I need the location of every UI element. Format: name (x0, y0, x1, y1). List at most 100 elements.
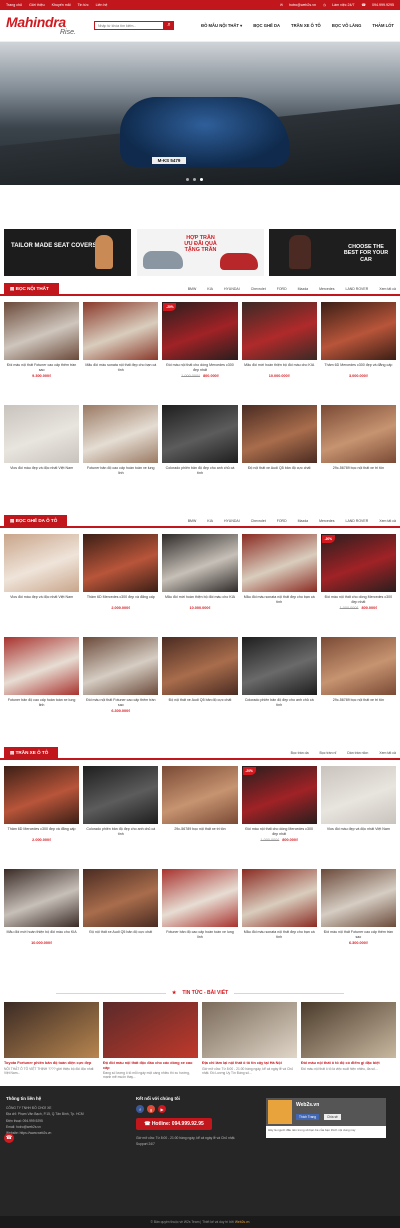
hotline-button[interactable]: ☎ Hotline: 094.999.92.95 (136, 1118, 212, 1130)
product-name[interactable]: 29c-56789 bọc nội thất xe tri tôn (162, 827, 237, 837)
top-email[interactable]: hotro@web2s.vn (289, 3, 316, 7)
section-tab[interactable]: Dán trần nỉon (347, 751, 368, 755)
product-card[interactable]: Thảm 6D Mercedes c300 đẹp và đẳng cấp 2.0… (4, 766, 80, 869)
product-card[interactable]: Mẫu đồi mới hoàn thiện bộ đồi màu cho KI… (241, 302, 317, 405)
product-image[interactable] (320, 766, 396, 824)
top-link-news[interactable]: Tin tức (78, 3, 89, 7)
section-tab[interactable]: Xem tất cả (379, 287, 396, 291)
section-tab[interactable]: BMW (188, 519, 197, 523)
product-name[interactable]: Fotuner bản độ cao cấp hoàn toàn xe lung… (162, 930, 237, 940)
section-tab[interactable]: HYUNDAI (224, 519, 240, 523)
product-card[interactable]: -20% Đồi màu nội thất cho dòng Mercedes c… (162, 302, 238, 405)
product-name[interactable]: Colorado phiên bản độ đẹp cho anh chủ cá… (83, 827, 158, 837)
product-name[interactable]: Đồi màu nội thất cho dòng Mercedes c300 … (242, 827, 317, 837)
copyright-brand[interactable]: Web2s.vn (235, 1220, 250, 1224)
product-name[interactable]: Vios đồi màu đẹp và độc nhất Việt Nam (4, 595, 79, 605)
product-card[interactable]: Độ nội thất xe Audi Q5 bản độ cực chất (83, 869, 159, 972)
section-tab[interactable]: Mazda (298, 519, 309, 523)
footer-website[interactable]: Website: https://www.web2s.vn (6, 1130, 136, 1136)
product-name[interactable]: Thảm 6D Mercedes c300 đẹp và đẳng cấp (321, 363, 396, 373)
product-image[interactable] (162, 534, 238, 592)
section-tab[interactable]: Bọc trần da (291, 751, 309, 755)
nav-item-steering[interactable]: BỌC VÔ LĂNG (332, 23, 362, 28)
product-name[interactable]: Mẫu đồi màu sonata nội thất đẹp cho bạn … (242, 595, 317, 605)
product-image[interactable] (320, 405, 396, 463)
product-image[interactable] (83, 302, 159, 360)
product-name[interactable]: Đồi màu nội thất Fotuner cao cấp thêm tr… (83, 698, 158, 708)
news-item[interactable]: Toyota Fortuner phiên bản độ toàn diện c… (4, 1002, 99, 1080)
product-card[interactable]: Độ nội thất xe Audi Q5 bản độ cực chất (241, 405, 317, 508)
news-image[interactable] (301, 1002, 396, 1058)
section-tab[interactable]: KIA (207, 287, 213, 291)
product-image[interactable] (4, 534, 80, 592)
product-card[interactable]: Mẫu đồi mới hoàn thiện bộ đồi màu cho KI… (4, 869, 80, 972)
product-card[interactable]: Fotuner bản độ cao cấp hoàn toàn xe lung… (4, 637, 80, 740)
section-tab[interactable]: LAND ROVER (346, 519, 369, 523)
product-image[interactable] (241, 637, 317, 695)
product-image[interactable] (4, 869, 80, 927)
product-card[interactable]: -20% Đồi màu nội thất cho dòng Mercedes c… (241, 766, 317, 869)
section-tab[interactable]: Xem tất cả (379, 519, 396, 523)
news-title[interactable]: Toyota Fortuner phiên bản độ toàn diện c… (4, 1061, 99, 1066)
search-button[interactable]: ⌕ (164, 21, 174, 30)
product-name[interactable]: Colorado phiên bản độ đẹp cho anh chủ cá… (162, 466, 237, 476)
banner-seat-covers[interactable]: TAILOR MADE SEAT COVERS (4, 229, 131, 276)
section-tab[interactable]: KIA (207, 519, 213, 523)
slider-dot-active[interactable] (200, 178, 203, 181)
product-image[interactable] (320, 637, 396, 695)
nav-item-floor-mat[interactable]: THẢM LÓT (372, 23, 394, 28)
fb-like-button[interactable]: Thích Trang (296, 1114, 320, 1120)
product-name[interactable]: Đồi màu nội thất Fotuner cao cấp thêm tr… (4, 363, 79, 373)
product-card[interactable]: Mẫu đồi màu sonata nội thất đẹp cho bạn … (241, 534, 317, 637)
news-item[interactable]: Đồi màu nội thất ô tô độ có điểm gì đặc … (301, 1002, 396, 1080)
hero-slider[interactable]: M-KS 5479 (0, 42, 400, 185)
product-card[interactable]: Mẫu đồi màu sonata nội thất đẹp cho bạn … (241, 869, 317, 972)
top-link-home[interactable]: Trang chủ (6, 3, 22, 7)
slider-dot[interactable] (193, 178, 196, 181)
section-title[interactable]: ▤ BỌC NỘI THẤT (4, 283, 59, 295)
section-title[interactable]: ▤ BỌC GHẾ DA Ô TÔ (4, 515, 68, 527)
product-name[interactable]: Thảm 6D Mercedes c300 đẹp và đẳng cấp (4, 827, 79, 837)
product-card[interactable]: Colorado phiên bản độ đẹp cho anh chủ cá… (162, 405, 238, 508)
product-image[interactable] (83, 766, 159, 824)
product-name[interactable]: Fotuner bản độ cao cấp hoàn toàn xe lung… (4, 698, 79, 708)
section-tab[interactable]: FORD (277, 519, 287, 523)
product-card[interactable]: Colorado phiên bản độ đẹp cho anh chủ cá… (83, 766, 159, 869)
product-image[interactable] (83, 637, 159, 695)
product-name[interactable]: Vios đồi màu đẹp và độc nhất Việt Nam (4, 466, 79, 476)
product-card[interactable]: Độ nội thất xe Audi Q5 bản độ cực chất (162, 637, 238, 740)
section-tab[interactable]: Bọc trần nỉ (320, 751, 337, 755)
banner-ceiling-promo[interactable]: HỢP TRẦN ƯU ĐÃI QUÀ TẶNG TRẦN (136, 229, 264, 276)
product-name[interactable]: Đồi màu nội thất cho dòng Mercedes c300 … (321, 595, 396, 605)
product-card[interactable]: Đồi màu nội thất Fotuner cao cấp thêm tr… (83, 637, 159, 740)
product-card[interactable]: Đồi màu nội thất Fotuner cao cấp thêm tr… (320, 869, 396, 972)
nav-item-ceiling[interactable]: TRẦN XE Ô TÔ (291, 23, 321, 28)
product-card[interactable]: Thảm 6D Mercedes c300 đẹp và đẳng cấp 3.0… (320, 302, 396, 405)
top-phone[interactable]: 094.999.9295 (372, 3, 394, 7)
fb-share-button[interactable]: Chia sẻ (324, 1114, 341, 1120)
news-item[interactable]: Địa chỉ làm lại nội thất ô tô tin cậy tạ… (202, 1002, 297, 1080)
section-tab[interactable]: Mercedes (319, 287, 334, 291)
product-image[interactable] (162, 869, 238, 927)
section-tab[interactable]: HYUNDAI (224, 287, 240, 291)
product-card[interactable]: -20% Đồi màu nội thất cho dòng Mercedes c… (320, 534, 396, 637)
news-image[interactable] (202, 1002, 297, 1058)
section-tab[interactable]: Chevrolet (251, 519, 266, 523)
product-image[interactable] (241, 869, 317, 927)
product-name[interactable]: Đồi màu nội thất Fotuner cao cấp thêm tr… (321, 930, 396, 940)
product-image[interactable] (241, 534, 317, 592)
product-image[interactable] (320, 869, 396, 927)
nav-item-interior[interactable]: ĐỒ MẪU NỘI THẤT ▾ (201, 23, 242, 28)
search-input[interactable] (94, 21, 164, 30)
product-card[interactable]: Thảm 6D Mercedes c300 đẹp và đẳng cấp 2.0… (83, 534, 159, 637)
product-card[interactable]: 29c-56789 bọc nội thất xe tri tôn (320, 637, 396, 740)
product-image[interactable] (83, 534, 159, 592)
product-image[interactable] (4, 302, 80, 360)
product-image[interactable] (162, 766, 238, 824)
product-image[interactable]: -20% (241, 766, 317, 824)
product-card[interactable]: Fotuner bản độ cao cấp hoàn toàn xe lung… (162, 869, 238, 972)
product-image[interactable] (320, 302, 396, 360)
product-name[interactable]: Vios đồi màu đẹp và độc nhất Việt Nam (321, 827, 396, 837)
news-title[interactable]: Địa chỉ làm lại nội thất ô tô tin cậy tạ… (202, 1061, 297, 1066)
news-item[interactable]: Độ đồi màu nội thất độc đáo cho các dòng… (103, 1002, 198, 1080)
